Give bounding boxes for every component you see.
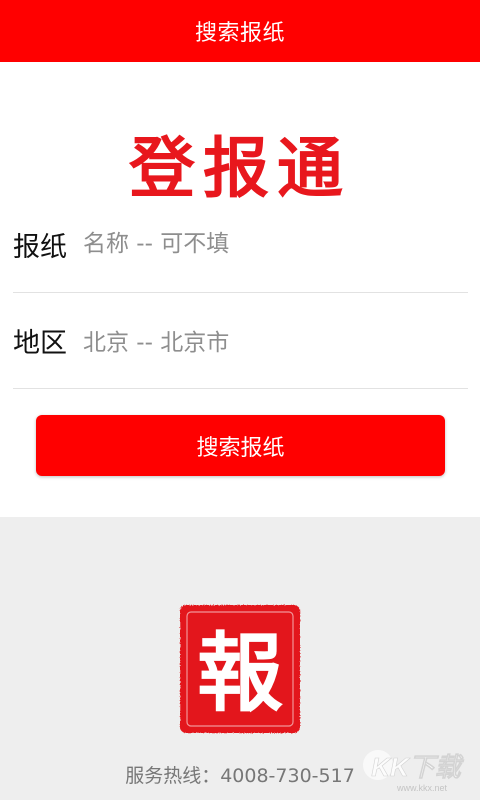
watermark-text: KK下载 — [371, 752, 465, 782]
search-newspaper-button[interactable]: 搜索报纸 — [36, 415, 445, 476]
region-selector[interactable]: 北京 -- 北京市 — [83, 323, 229, 357]
newspaper-label: 报纸 — [13, 231, 67, 263]
newspaper-seal-logo: 報 — [180, 605, 300, 733]
region-field[interactable]: 地区 北京 -- 北京市 — [13, 292, 468, 389]
newspaper-name-input[interactable] — [83, 231, 453, 257]
watermark-url: www.kkx.net — [396, 783, 448, 793]
region-label: 地区 — [13, 327, 67, 359]
kk-download-watermark: KK下载 www.kkx.net — [363, 750, 465, 793]
top-app-bar: 搜索报纸 — [0, 0, 480, 62]
newspaper-field: 报纸 — [13, 196, 468, 293]
page-title: 搜索报纸 — [194, 21, 285, 46]
footer: 報 服务热线：4008-730-517 KK下载 www.kkx.net — [0, 517, 480, 800]
seal-character: 報 — [197, 623, 283, 724]
